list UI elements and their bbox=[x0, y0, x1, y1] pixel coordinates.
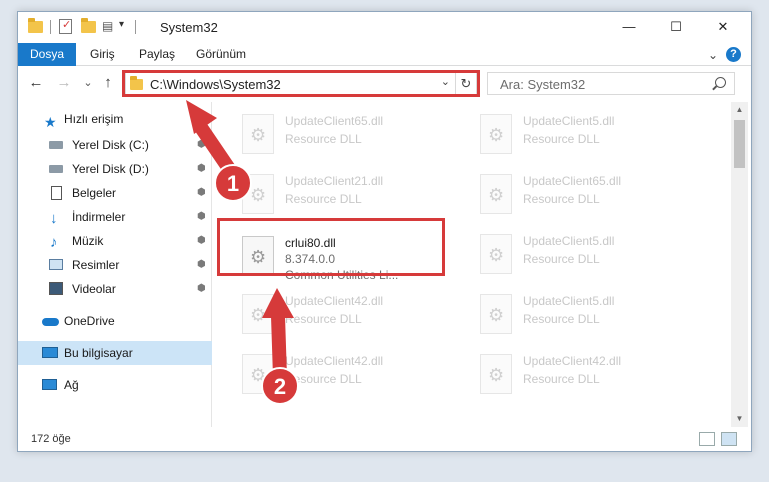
forward-button[interactable]: → bbox=[54, 73, 74, 93]
details-view-icon[interactable] bbox=[699, 432, 715, 446]
list-item[interactable]: UpdateClient42.dll Resource DLL bbox=[236, 286, 456, 342]
list-item[interactable]: UpdateClient5.dll Resource DLL bbox=[474, 226, 694, 282]
list-item[interactable]: UpdateClient5.dll Resource DLL bbox=[474, 106, 694, 162]
pin-icon[interactable]: ⬢ bbox=[197, 157, 206, 181]
title-bar: ✓ ▤ ▾ System32 — ☐ ✕ bbox=[18, 12, 751, 43]
sidebar-item-this-pc[interactable]: Bu bilgisayar bbox=[18, 341, 212, 365]
ribbon-tabs: Dosya Giriş Paylaş Görünüm ⌄ ? bbox=[18, 43, 751, 66]
dll-file-icon bbox=[480, 174, 512, 214]
help-icon[interactable]: ? bbox=[726, 47, 741, 62]
chevron-down-icon[interactable]: ▾ bbox=[119, 19, 135, 35]
downloads-icon: ↓ bbox=[50, 210, 58, 227]
sidebar-item-videos[interactable]: Videolar ⬢ bbox=[18, 277, 212, 301]
tab-share[interactable]: Paylaş bbox=[139, 43, 175, 66]
new-folder-icon[interactable] bbox=[81, 18, 97, 35]
recent-locations-button[interactable]: ⌄ bbox=[78, 73, 98, 93]
maximize-button[interactable]: ☐ bbox=[653, 12, 699, 42]
scroll-thumb[interactable] bbox=[734, 120, 745, 168]
sidebar-item-onedrive[interactable]: OneDrive bbox=[18, 309, 212, 333]
dll-file-icon bbox=[480, 294, 512, 334]
list-item[interactable]: UpdateClient5.dll Resource DLL bbox=[474, 286, 694, 342]
scroll-up-icon[interactable]: ▲ bbox=[731, 102, 748, 118]
dll-file-icon bbox=[242, 174, 274, 214]
dll-file-icon bbox=[242, 114, 274, 154]
sidebar-item-local-disk-d[interactable]: Yerel Disk (D:) ⬢ bbox=[18, 157, 212, 181]
dll-file-icon bbox=[242, 354, 274, 394]
folder-icon bbox=[28, 18, 44, 35]
tab-file[interactable]: Dosya bbox=[18, 43, 77, 66]
sidebar-item-local-disk-c[interactable]: Yerel Disk (C:) ⬢ bbox=[18, 133, 212, 157]
close-button[interactable]: ✕ bbox=[700, 12, 746, 42]
star-icon: ★ bbox=[44, 114, 57, 130]
navigation-bar: ← → ⌄ ↑ C:\Windows\System32 ⌄ ↻ Ara: Sys… bbox=[18, 67, 751, 99]
sidebar-item-documents[interactable]: Belgeler ⬢ bbox=[18, 181, 212, 205]
vertical-scrollbar[interactable]: ▲ ▼ bbox=[731, 102, 748, 427]
sidebar-item-downloads[interactable]: ↓ İndirmeler ⬢ bbox=[18, 205, 212, 229]
back-button[interactable]: ← bbox=[26, 73, 46, 93]
videos-icon bbox=[49, 282, 63, 295]
drive-icon bbox=[49, 141, 63, 149]
music-icon: ♪ bbox=[50, 234, 58, 251]
dll-file-icon bbox=[480, 114, 512, 154]
pictures-icon bbox=[49, 259, 63, 270]
up-button[interactable]: ↑ bbox=[98, 73, 118, 93]
large-icons-view-icon[interactable] bbox=[721, 432, 737, 446]
properties-icon[interactable]: ✓ bbox=[59, 19, 72, 34]
sidebar-item-pictures[interactable]: Resimler ⬢ bbox=[18, 253, 212, 277]
search-placeholder: Ara: System32 bbox=[500, 77, 586, 92]
drive-icon bbox=[49, 165, 63, 173]
tab-home[interactable]: Giriş bbox=[90, 43, 115, 66]
tab-view[interactable]: Görünüm bbox=[196, 43, 246, 66]
address-highlight-box bbox=[122, 70, 480, 97]
pin-icon[interactable]: ⬢ bbox=[197, 229, 206, 253]
list-item[interactable]: UpdateClient65.dll Resource DLL bbox=[236, 106, 456, 162]
scroll-down-icon[interactable]: ▼ bbox=[731, 411, 748, 427]
pin-icon[interactable]: ⬢ bbox=[197, 181, 206, 205]
pin-icon[interactable]: ⬢ bbox=[197, 205, 206, 229]
minimize-button[interactable]: — bbox=[606, 12, 652, 42]
computer-icon bbox=[42, 347, 58, 358]
cloud-icon bbox=[42, 318, 59, 326]
dll-file-icon bbox=[480, 234, 512, 274]
sidebar-item-network[interactable]: Ağ bbox=[18, 373, 212, 397]
customize-toolbar-icon[interactable]: ▤ bbox=[102, 19, 118, 35]
pin-icon[interactable]: ⬢ bbox=[197, 277, 206, 301]
expand-ribbon-icon[interactable]: ⌄ bbox=[708, 48, 718, 62]
dll-file-icon bbox=[242, 294, 274, 334]
file-highlight-box bbox=[217, 218, 445, 276]
navigation-pane: ★ Hızlı erişim Yerel Disk (C:) ⬢ Yerel D… bbox=[18, 102, 212, 427]
list-item[interactable]: UpdateClient21.dll Resource DLL bbox=[236, 166, 456, 222]
sidebar-item-quick-access[interactable]: ★ Hızlı erişim bbox=[18, 107, 212, 131]
status-bar: 172 öğe bbox=[18, 428, 751, 452]
search-box[interactable]: Ara: System32 bbox=[487, 72, 735, 95]
pin-icon[interactable]: ⬢ bbox=[197, 133, 206, 157]
list-item[interactable]: UpdateClient65.dll Resource DLL bbox=[474, 166, 694, 222]
pin-icon[interactable]: ⬢ bbox=[197, 253, 206, 277]
sidebar-item-music[interactable]: ♪ Müzik ⬢ bbox=[18, 229, 212, 253]
list-item[interactable]: UpdateClient42.dll Resource DLL bbox=[236, 346, 456, 402]
window-title: System32 bbox=[160, 20, 218, 35]
list-item[interactable]: UpdateClient42.dll Resource DLL bbox=[474, 346, 694, 402]
network-icon bbox=[42, 379, 57, 390]
item-count: 172 öğe bbox=[31, 433, 71, 445]
dll-file-icon bbox=[480, 354, 512, 394]
documents-icon bbox=[51, 186, 62, 200]
search-icon bbox=[715, 77, 726, 88]
